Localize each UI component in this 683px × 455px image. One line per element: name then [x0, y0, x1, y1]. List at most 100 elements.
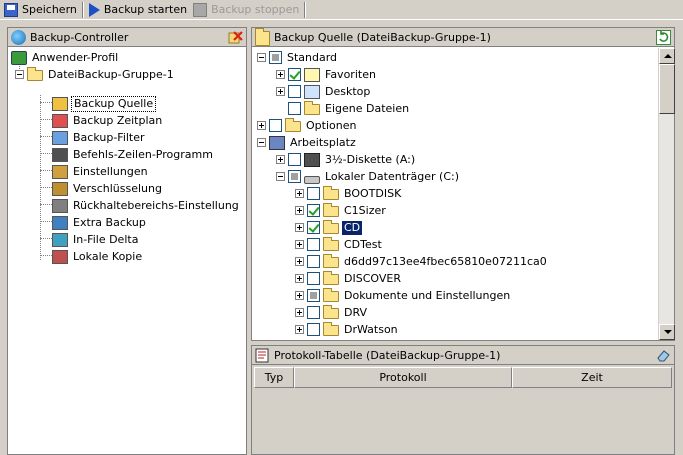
folder-row[interactable]: CDTest: [295, 236, 384, 253]
controller-item-label: Backup Quelle: [71, 95, 157, 112]
profile-label: Anwender-Profil: [32, 50, 119, 64]
filter-icon: [52, 130, 68, 145]
checkbox[interactable]: [269, 51, 282, 64]
folder-label: DrWatson: [344, 322, 398, 336]
expand-toggle[interactable]: [295, 240, 304, 249]
checkbox[interactable]: [288, 68, 301, 81]
checkbox[interactable]: [288, 170, 301, 183]
log-table-panel: Protokoll-Tabelle (DateiBackup-Gruppe-1)…: [251, 345, 675, 455]
collapse-toggle[interactable]: [15, 70, 24, 79]
controller-item[interactable]: Backup Quelle: [52, 95, 157, 112]
folder-icon: [304, 101, 320, 115]
controller-item[interactable]: In-File Delta: [52, 231, 140, 248]
checkbox[interactable]: [307, 204, 320, 217]
collapse-toggle[interactable]: [257, 138, 266, 147]
controller-item[interactable]: Extra Backup: [52, 214, 148, 231]
expand-toggle[interactable]: [276, 155, 285, 164]
folder-row[interactable]: CD: [295, 219, 363, 236]
stop-backup-label: Backup stoppen: [211, 3, 300, 16]
log-table-column-headers: Typ Protokoll Zeit: [254, 367, 674, 388]
tree-item-diskette[interactable]: 3½-Diskette (A:): [276, 151, 417, 168]
checkbox[interactable]: [307, 238, 320, 251]
controller-item-label: Befehls-Zeilen-Programm: [73, 147, 213, 161]
expand-toggle[interactable]: [295, 206, 304, 215]
floppy-icon: [304, 152, 320, 167]
checkbox[interactable]: [307, 255, 320, 268]
tree-item-arbeitsplatz[interactable]: Arbeitsplatz: [257, 134, 358, 151]
expand-toggle[interactable]: [257, 121, 266, 130]
expand-toggle[interactable]: [295, 274, 304, 283]
vertical-scrollbar[interactable]: [658, 48, 675, 340]
tree-item-group[interactable]: DateiBackup-Gruppe-1: [15, 66, 176, 83]
panel-title: Backup Quelle (DateiBackup-Gruppe-1): [274, 30, 491, 44]
checkbox[interactable]: [307, 221, 320, 234]
stop-backup-button[interactable]: Backup stoppen: [191, 1, 303, 19]
expand-toggle[interactable]: [295, 291, 304, 300]
folder-label: CDTest: [344, 237, 382, 251]
eraser-icon[interactable]: [656, 348, 671, 363]
checkbox[interactable]: [307, 306, 320, 319]
expand-toggle[interactable]: [295, 325, 304, 334]
checkbox[interactable]: [307, 187, 320, 200]
tree-item-desktop[interactable]: Desktop: [276, 83, 372, 100]
folder-row[interactable]: Dokumente und Einstellungen: [295, 287, 512, 304]
checkbox[interactable]: [307, 289, 320, 302]
tree-item-optionen[interactable]: Optionen: [257, 117, 358, 134]
start-backup-button[interactable]: Backup starten: [85, 1, 191, 19]
refresh-icon[interactable]: [656, 30, 671, 45]
folder-row[interactable]: DRV: [295, 304, 369, 321]
source-tree: Standard Favoriten Desktop Eigene Dateie…: [252, 47, 674, 340]
save-button[interactable]: Speichern: [2, 1, 81, 19]
tree-item-favoriten[interactable]: Favoriten: [276, 66, 378, 83]
tree-item-eigene-dateien[interactable]: Eigene Dateien: [288, 100, 411, 117]
folder-row[interactable]: DrWatson: [295, 321, 400, 338]
controller-item[interactable]: Verschlüsselung: [52, 180, 164, 197]
folder-icon: [255, 27, 270, 46]
backup-controller-panel: Backup-Controller Anwender-Profil DateiB…: [7, 27, 247, 455]
controller-item[interactable]: Befehls-Zeilen-Programm: [52, 146, 215, 163]
column-header-zeit[interactable]: Zeit: [512, 367, 672, 388]
folder-row[interactable]: C1Sizer: [295, 202, 388, 219]
checkbox[interactable]: [269, 119, 282, 132]
controller-item[interactable]: Backup Zeitplan: [52, 112, 164, 129]
expand-toggle[interactable]: [276, 87, 285, 96]
tree-item-lokal[interactable]: Lokaler Datenträger (C:): [276, 168, 461, 185]
folder-row[interactable]: BOOTDISK: [295, 185, 403, 202]
expand-toggle[interactable]: [295, 257, 304, 266]
checkbox[interactable]: [288, 153, 301, 166]
checkbox[interactable]: [307, 272, 320, 285]
scroll-thumb[interactable]: [659, 64, 675, 114]
checkbox[interactable]: [288, 102, 301, 115]
collapse-toggle[interactable]: [276, 172, 285, 181]
settings-icon: [52, 164, 68, 179]
folder-label: C1Sizer: [344, 203, 386, 217]
expand-toggle[interactable]: [295, 308, 304, 317]
expand-toggle[interactable]: [295, 223, 304, 232]
scroll-up-button[interactable]: [659, 48, 675, 64]
controller-item[interactable]: Backup-Filter: [52, 129, 147, 146]
controller-item[interactable]: Rückhaltebereichs-Einstellung: [52, 197, 241, 214]
tree-label: 3½-Diskette (A:): [325, 152, 416, 166]
folder-row[interactable]: DISCOVER: [295, 270, 403, 287]
tree-item-standard[interactable]: Standard: [257, 49, 339, 66]
controller-item-label: Lokale Kopie: [73, 249, 143, 263]
column-header-typ[interactable]: Typ: [254, 367, 294, 388]
checkbox[interactable]: [307, 323, 320, 336]
folder-row[interactable]: d6dd97c13ee4fbec65810e07211ca0: [295, 253, 549, 270]
save-icon: [4, 2, 18, 17]
column-header-protokoll[interactable]: Protokoll: [294, 367, 512, 388]
controller-item[interactable]: Einstellungen: [52, 163, 150, 180]
folder-icon: [323, 237, 339, 251]
expand-toggle[interactable]: [276, 70, 285, 79]
toolbar-separator: [304, 1, 307, 18]
delete-icon[interactable]: [228, 30, 243, 45]
folder-icon: [285, 118, 301, 132]
backup-source-panel: Backup Quelle (DateiBackup-Gruppe-1) Sta…: [251, 27, 675, 341]
delta-icon: [52, 232, 68, 247]
scroll-down-button[interactable]: [659, 324, 675, 340]
expand-toggle[interactable]: [295, 189, 304, 198]
tree-item-profile[interactable]: Anwender-Profil: [11, 49, 120, 66]
controller-item[interactable]: Lokale Kopie: [52, 248, 144, 265]
checkbox[interactable]: [288, 85, 301, 98]
collapse-toggle[interactable]: [257, 53, 266, 62]
